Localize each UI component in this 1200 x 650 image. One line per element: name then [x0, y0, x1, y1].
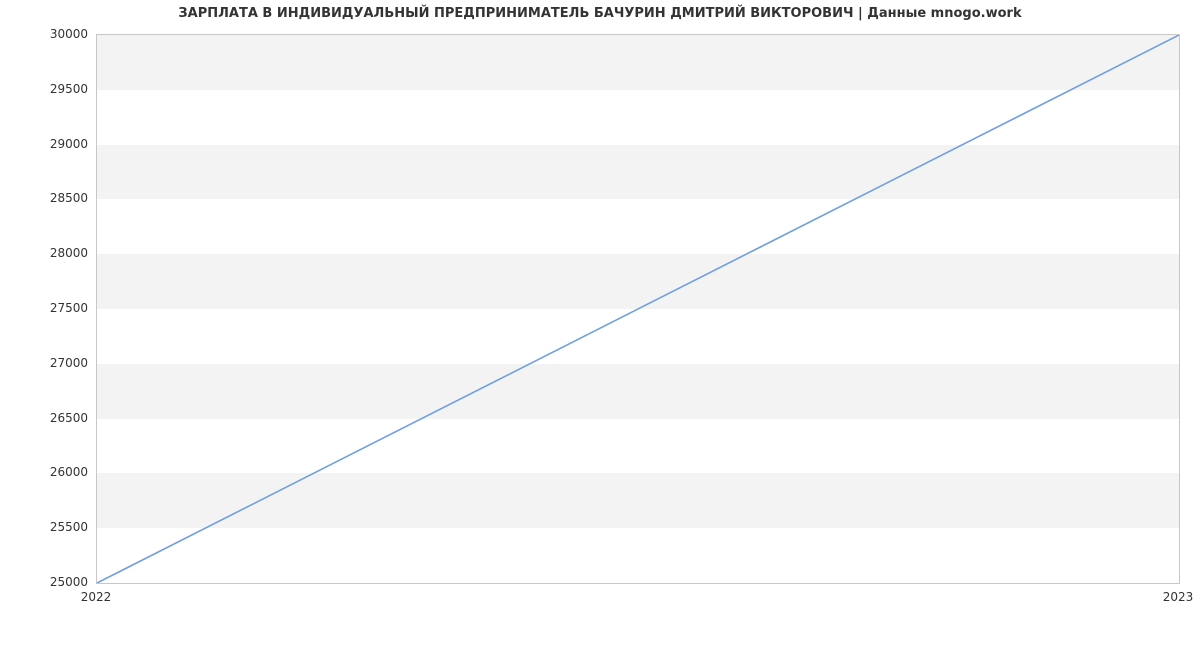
- y-tick-label: 25000: [8, 575, 88, 589]
- y-tick-label: 29000: [8, 137, 88, 151]
- y-tick-label: 26500: [8, 411, 88, 425]
- x-tick-label: 2023: [1163, 590, 1194, 604]
- chart-title: ЗАРПЛАТА В ИНДИВИДУАЛЬНЫЙ ПРЕДПРИНИМАТЕЛ…: [0, 6, 1200, 21]
- x-tick-label: 2022: [81, 590, 112, 604]
- y-tick-label: 28500: [8, 191, 88, 205]
- y-tick-label: 26000: [8, 465, 88, 479]
- plot-area: [96, 34, 1180, 584]
- y-tick-label: 27000: [8, 356, 88, 370]
- y-tick-label: 28000: [8, 246, 88, 260]
- y-tick-label: 30000: [8, 27, 88, 41]
- y-tick-label: 27500: [8, 301, 88, 315]
- y-tick-label: 25500: [8, 520, 88, 534]
- salary-line-chart: ЗАРПЛАТА В ИНДИВИДУАЛЬНЫЙ ПРЕДПРИНИМАТЕЛ…: [0, 0, 1200, 650]
- data-line: [97, 35, 1179, 583]
- y-tick-label: 29500: [8, 82, 88, 96]
